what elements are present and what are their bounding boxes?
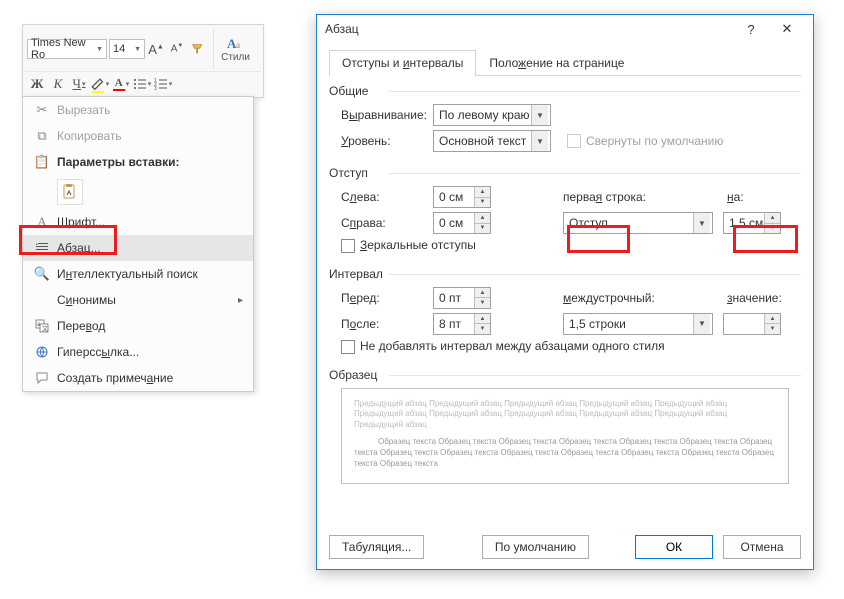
ctx-new-comment[interactable]: Создать примечание [23, 365, 253, 391]
by-spinner[interactable]: 1,5 см ▲▼ [723, 212, 781, 234]
italic-button[interactable]: К [48, 74, 68, 94]
after-spinner[interactable]: 8 пт ▲▼ [433, 313, 491, 335]
firstline-label: первая строка: [563, 190, 683, 204]
chevron-down-icon: ▼ [531, 105, 548, 125]
level-combo[interactable]: Основной текст ▼ [433, 130, 551, 152]
indent-right-spinner[interactable]: 0 см ▲▼ [433, 212, 491, 234]
bullets-button[interactable]: ▾ [132, 74, 152, 94]
mirror-checkbox[interactable]: Зеркальные отступы [341, 238, 476, 253]
alignment-combo[interactable]: По левому краю ▼ [433, 104, 551, 126]
translate-icon: a文 [31, 319, 53, 333]
tab-page[interactable]: Положение на странице [476, 50, 637, 76]
ctx-cut[interactable]: ✂ Вырезать [23, 97, 253, 123]
ok-button[interactable]: ОК [635, 535, 713, 559]
underline-button[interactable]: Ч▾ [69, 74, 89, 94]
font-icon: A [31, 214, 53, 230]
chevron-down-icon: ▼ [134, 46, 141, 53]
paragraph-dialog: Абзац ? ✕ Отступы и интервалы Положение … [316, 14, 814, 570]
nosame-checkbox[interactable]: Не добавлять интервал между абзацами одн… [341, 339, 665, 354]
shrink-font-button[interactable]: A▼ [167, 39, 187, 59]
after-label: После: [341, 317, 427, 331]
indent-right-label: Справа: [341, 216, 427, 230]
clipboard-icon: 📋 [31, 154, 53, 170]
ctx-synonyms[interactable]: Синонимы [23, 287, 253, 313]
line-spacing-combo[interactable]: 1,5 строки ▼ [563, 313, 713, 335]
numbering-button[interactable]: 123▾ [153, 74, 173, 94]
svg-text:a: a [236, 40, 240, 50]
styles-label: Стили [221, 52, 250, 63]
svg-text:文: 文 [42, 325, 48, 333]
font-name-combo[interactable]: Times New Ro ▼ [27, 39, 107, 59]
default-button[interactable]: По умолчанию [482, 535, 589, 559]
font-size-value: 14 [113, 43, 125, 55]
group-spacing: Интервал [329, 267, 801, 281]
before-spinner[interactable]: 0 пт ▲▼ [433, 287, 491, 309]
paragraph-icon [31, 241, 53, 255]
at-spinner[interactable]: ▲▼ [723, 313, 781, 335]
svg-text:3: 3 [154, 86, 157, 91]
before-label: Перед: [341, 291, 427, 305]
close-button[interactable]: ✕ [769, 15, 805, 43]
font-color-button[interactable]: A ▾ [111, 74, 131, 94]
ctx-font[interactable]: A Шрифт... [23, 209, 253, 235]
styles-button[interactable]: Aa Стили [213, 29, 253, 69]
dialog-tabs: Отступы и интервалы Положение на страниц… [329, 49, 801, 76]
ctx-paragraph[interactable]: Абзац... [23, 235, 253, 261]
ctx-paste-header: 📋 Параметры вставки: [23, 149, 253, 175]
help-button[interactable]: ? [733, 15, 769, 43]
preview-pane: Предыдущий абзац Предыдущий абзац Предыд… [341, 388, 789, 484]
chevron-down-icon: ▼ [531, 131, 548, 151]
at-label: значение: [727, 291, 782, 305]
ctx-smart-lookup[interactable]: 🔍 Интеллектуальный поиск [23, 261, 253, 287]
cancel-button[interactable]: Отмена [723, 535, 801, 559]
indent-left-spinner[interactable]: 0 см ▲▼ [433, 186, 491, 208]
grow-font-button[interactable]: A▲ [146, 39, 166, 59]
link-icon [31, 345, 53, 359]
dialog-buttons: Табуляция... По умолчанию ОК Отмена [317, 525, 813, 569]
tab-indents[interactable]: Отступы и интервалы [329, 50, 476, 76]
font-size-combo[interactable]: 14 ▼ [109, 39, 145, 59]
dialog-title: Абзац [325, 22, 733, 36]
level-label: Уровень: [341, 134, 427, 148]
group-preview: Образец [329, 368, 801, 382]
bold-button[interactable]: Ж [27, 74, 47, 94]
mini-toolbar: Times New Ro ▼ 14 ▼ A▲ A▼ Aa Стили Ж К Ч… [22, 24, 264, 98]
line-label: междустрочный: [563, 291, 683, 305]
highlight-color-button[interactable]: ▾ [90, 74, 110, 94]
ctx-translate[interactable]: a文 Перевод [23, 313, 253, 339]
ctx-copy[interactable]: ⧉ Копировать [23, 123, 253, 149]
indent-left-label: Слева: [341, 190, 427, 204]
context-menu: ✂ Вырезать ⧉ Копировать 📋 Параметры вста… [22, 96, 254, 392]
chevron-down-icon: ▼ [693, 213, 710, 233]
scissors-icon: ✂ [31, 102, 53, 118]
paste-keep-source-button[interactable] [57, 179, 83, 205]
chevron-down-icon: ▼ [693, 314, 710, 334]
font-name-value: Times New Ro [31, 37, 96, 61]
tabs-button[interactable]: Табуляция... [329, 535, 424, 559]
search-icon: 🔍 [31, 266, 53, 282]
group-general: Общие [329, 84, 801, 98]
by-label: на: [727, 190, 744, 204]
format-painter-button[interactable] [188, 39, 208, 59]
collapsed-checkbox: Свернуты по умолчанию [567, 134, 723, 149]
firstline-combo[interactable]: Отступ ▼ [563, 212, 713, 234]
ctx-paste-options [23, 175, 253, 209]
ctx-hyperlink[interactable]: Гиперссылка... [23, 339, 253, 365]
chevron-down-icon: ▼ [96, 46, 103, 53]
group-indent: Отступ [329, 166, 801, 180]
comment-icon [31, 371, 53, 385]
copy-icon: ⧉ [31, 128, 53, 144]
titlebar: Абзац ? ✕ [317, 15, 813, 43]
alignment-label: Выравнивание: [341, 108, 427, 122]
